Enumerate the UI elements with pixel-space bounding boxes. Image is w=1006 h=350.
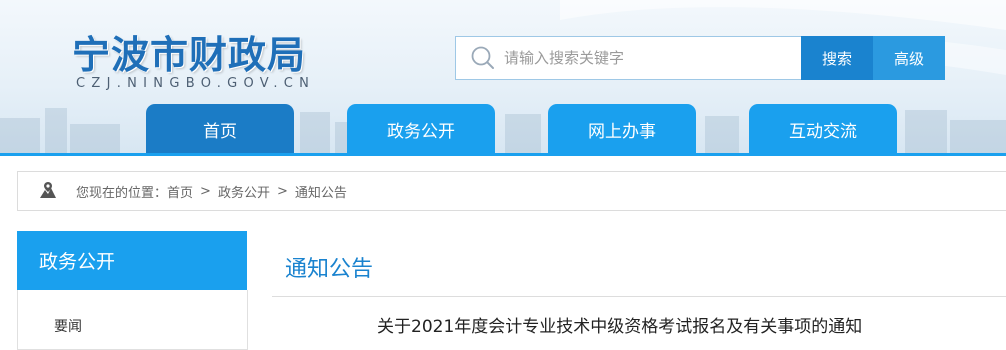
search-input[interactable] (498, 38, 788, 78)
sidebar-menu: 要闻 (17, 290, 248, 350)
section-title: 通知公告 (285, 257, 374, 282)
breadcrumb-item-home[interactable]: 首页 (167, 182, 193, 201)
article-title: 关于2021年度会计专业技术中级资格考试报名及有关事项的通知 (377, 317, 863, 337)
sidebar-item-news[interactable]: 要闻 (54, 316, 82, 336)
location-home-icon (40, 182, 56, 198)
nav-tab-interaction[interactable]: 互动交流 (749, 104, 897, 155)
search-icon (471, 46, 494, 69)
breadcrumb: 您现在的位置： 首页 > 政务公开 > 通知公告 (17, 171, 1006, 211)
nav-underline-bar (0, 153, 1006, 156)
advanced-search-button[interactable]: 高级 (873, 36, 945, 80)
site-url: CZJ.NINGBO.GOV.CN (76, 76, 316, 91)
breadcrumb-separator: > (200, 183, 211, 199)
breadcrumb-item-government-affairs[interactable]: 政务公开 (218, 182, 270, 201)
nav-tab-government-affairs[interactable]: 政务公开 (347, 104, 495, 155)
sidebar-title: 政务公开 (17, 231, 247, 290)
site-logo-title[interactable]: 宁波市财政局 (72, 24, 306, 79)
search-box (455, 36, 801, 80)
site-header: 宁波市财政局 CZJ.NINGBO.GOV.CN 搜索 高级 首页 政务公开 网… (0, 0, 1006, 155)
breadcrumb-item-notices[interactable]: 通知公告 (295, 182, 347, 201)
breadcrumb-prefix: 您现在的位置： (76, 185, 168, 201)
section-divider (272, 296, 1006, 297)
breadcrumb-separator: > (276, 183, 288, 199)
search-button[interactable]: 搜索 (801, 36, 873, 80)
nav-tab-home[interactable]: 首页 (146, 104, 294, 155)
nav-tab-online-services[interactable]: 网上办事 (548, 104, 696, 155)
